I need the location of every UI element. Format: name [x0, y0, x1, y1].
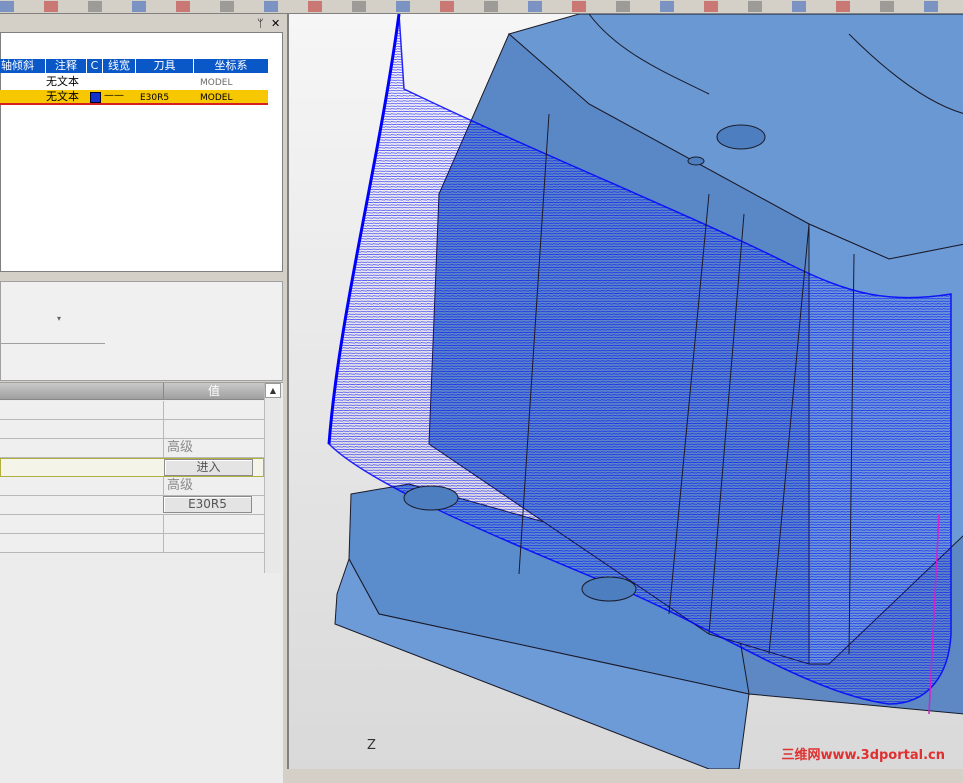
property-row[interactable] [0, 401, 264, 420]
col-coord[interactable]: 坐标系 [194, 59, 268, 73]
col-axis-tilt[interactable]: 轴倾斜 [0, 59, 45, 73]
property-value [163, 515, 264, 533]
divider [1, 343, 105, 344]
property-row[interactable]: E30R5 [0, 496, 264, 515]
tool-cell: E30R5 [140, 93, 170, 103]
undo-icon[interactable] [88, 1, 102, 12]
watermark: 三维网www.3dportal.cn [781, 748, 945, 763]
properties-panel: 值 ▲ 高级 进入 高级 E30R5 [0, 382, 283, 783]
hole-base-mid [581, 576, 637, 602]
axis-z-label: Z [367, 738, 376, 753]
gear-icon[interactable] [484, 1, 498, 12]
property-row[interactable]: 高级 [0, 439, 264, 458]
circle-icon[interactable] [440, 1, 454, 12]
linewidth-cell: —— [104, 90, 124, 101]
property-value: 高级 [163, 439, 264, 457]
tool-icon[interactable] [220, 1, 234, 12]
hole-top-large [716, 124, 766, 150]
note-cell: 无文本 [46, 75, 79, 88]
pin-icon[interactable] [924, 1, 938, 12]
rect-icon[interactable] [396, 1, 410, 12]
network-icon[interactable] [616, 1, 630, 12]
operation-row[interactable]: 无文本 MODEL [0, 75, 270, 89]
preview-icon[interactable] [660, 1, 674, 12]
filter-panel: ▾ [0, 281, 283, 381]
note-cell: 无文本 [46, 90, 79, 103]
dropdown-icon[interactable]: ▾ [57, 314, 61, 323]
cursor-icon[interactable] [836, 1, 850, 12]
hole-base-left [403, 485, 459, 511]
close-icon[interactable]: ✕ [271, 17, 280, 30]
line-icon[interactable] [748, 1, 762, 12]
col-color[interactable]: C [87, 59, 102, 73]
book-icon[interactable] [264, 1, 278, 12]
arrow-icon[interactable] [132, 1, 146, 12]
3d-viewport[interactable]: Z 三维网www.3dportal.cn [287, 14, 963, 769]
hole-top-small [687, 156, 705, 166]
property-row[interactable]: 进入 [0, 458, 264, 477]
list-icon[interactable] [308, 1, 322, 12]
property-value: 高级 [163, 477, 264, 495]
property-row[interactable] [0, 515, 264, 534]
property-value [163, 420, 264, 438]
curve-icon[interactable] [44, 1, 58, 12]
model-view: Z [327, 14, 963, 769]
coord-cell: MODEL [200, 93, 233, 103]
main-toolbar [0, 0, 963, 14]
property-row[interactable] [0, 534, 264, 553]
axes-icon[interactable] [0, 1, 14, 12]
property-value [163, 534, 264, 552]
coord-cell: MODEL [200, 78, 233, 88]
value-column-header: 值 [163, 383, 264, 399]
col-tool[interactable]: 刀具 [136, 59, 193, 73]
scroll-up-icon[interactable]: ▲ [265, 383, 281, 398]
property-row[interactable]: 高级 [0, 477, 264, 496]
property-row[interactable] [0, 420, 264, 439]
enter-button[interactable]: 进入 [164, 459, 253, 476]
folder-icon[interactable] [528, 1, 542, 12]
pin-icon[interactable]: ᛘ [257, 17, 264, 30]
bar-icon[interactable] [880, 1, 894, 12]
filter-icon[interactable] [176, 1, 190, 12]
property-value [163, 401, 264, 419]
props-header: 值 [0, 383, 264, 400]
left-panel: ᛘ ✕ 轴倾斜 注释 C 线宽 刀具 坐标系 无文本 MODEL 无文本 —— … [0, 14, 287, 783]
tool-select-button[interactable]: E30R5 [163, 496, 252, 513]
display-icon[interactable] [352, 1, 366, 12]
props-scrollbar[interactable]: ▲ [264, 383, 281, 573]
star-icon[interactable] [704, 1, 718, 12]
cross-icon[interactable] [792, 1, 806, 12]
operation-row-selected[interactable]: 无文本 —— E30R5 MODEL [0, 90, 268, 105]
color-swatch[interactable] [90, 92, 101, 103]
col-note[interactable]: 注释 [46, 59, 86, 73]
col-linewidth[interactable]: 线宽 [103, 59, 135, 73]
tree-icon[interactable] [572, 1, 586, 12]
